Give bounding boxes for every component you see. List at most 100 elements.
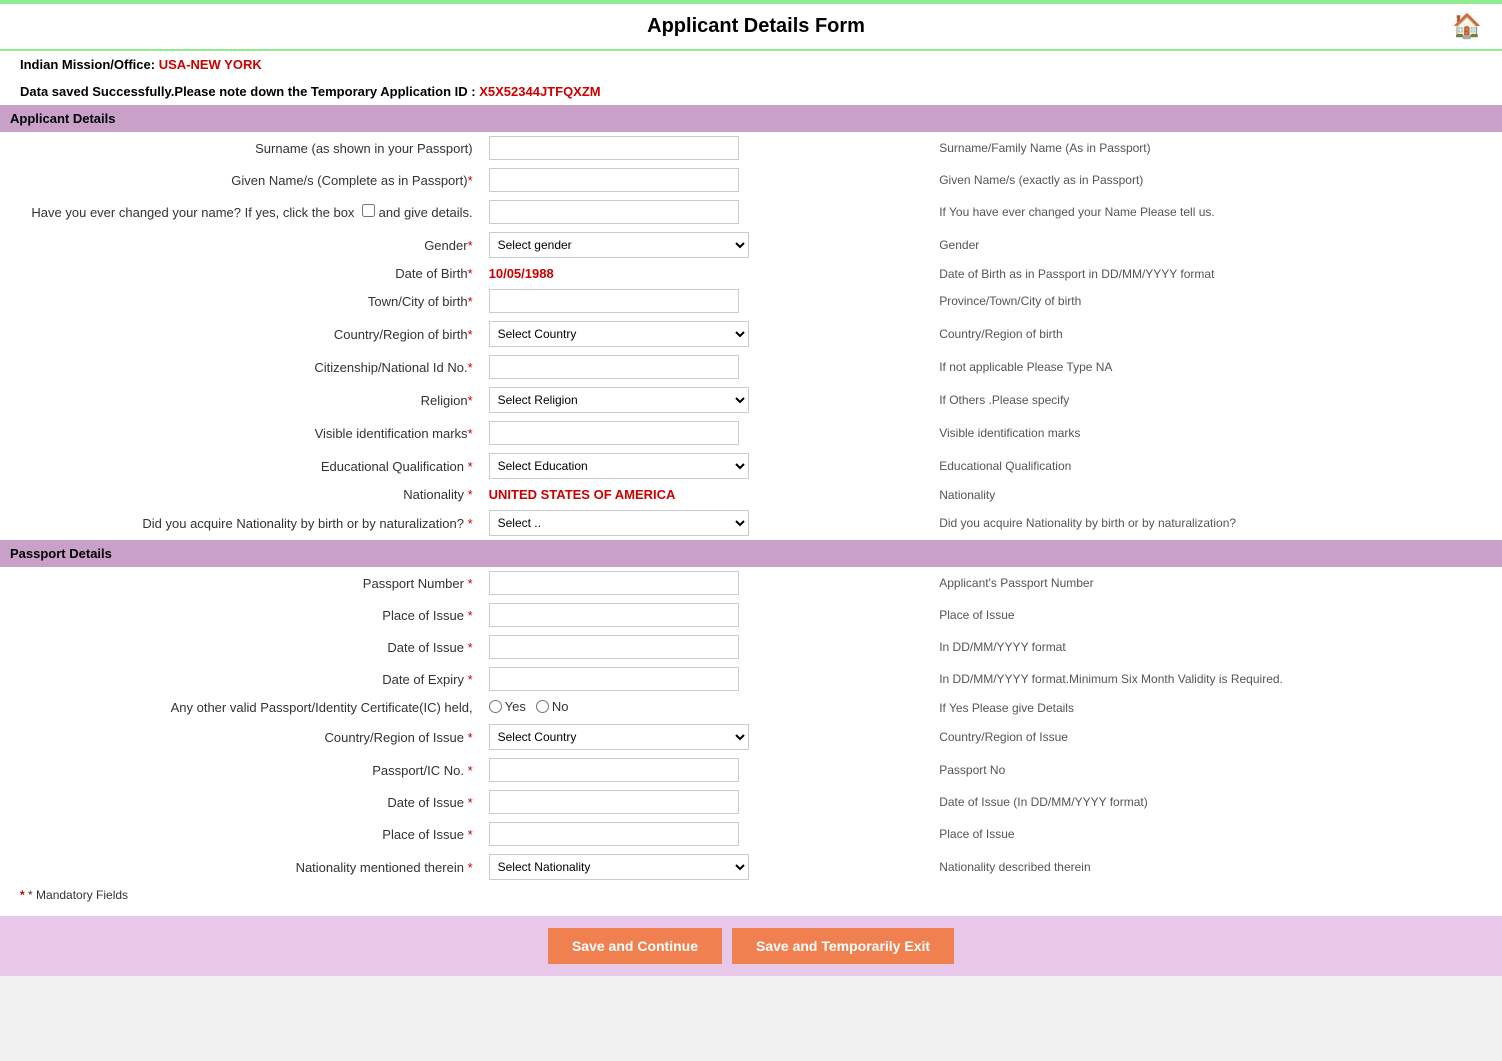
date-issue-label: Date of Issue * <box>0 631 481 663</box>
passport-ic-hint: Passport No <box>931 754 1502 786</box>
nat-therein-select-cell: Select Nationality <box>481 850 932 884</box>
table-row: Did you acquire Nationality by birth or … <box>0 506 1502 540</box>
applicant-section-header: Applicant Details <box>0 105 1502 132</box>
education-select[interactable]: Select Education <box>489 453 749 479</box>
country-birth-select-cell: Select Country <box>481 317 932 351</box>
table-row: Passport/IC No. * Passport No <box>0 754 1502 786</box>
table-row: Date of Expiry * In DD/MM/YYYY format.Mi… <box>0 663 1502 695</box>
mandatory-note: * * Mandatory Fields <box>0 884 1502 906</box>
applicant-details-table: Surname (as shown in your Passport) Surn… <box>0 132 1502 540</box>
vismarks-label: Visible identification marks* <box>0 417 481 449</box>
citizenship-input-cell <box>481 351 932 383</box>
mission-label: Indian Mission/Office: <box>20 57 155 72</box>
gender-select[interactable]: Select gender Male Female Other <box>489 232 749 258</box>
success-text: Data saved Successfully.Please note down… <box>20 84 476 99</box>
table-row: Date of Birth* 10/05/1988 Date of Birth … <box>0 262 1502 285</box>
place-issue-hint: Place of Issue <box>931 599 1502 631</box>
date-issue-hint: In DD/MM/YYYY format <box>931 631 1502 663</box>
table-row: Religion* Select Religion If Others .Ple… <box>0 383 1502 417</box>
country-issue-hint: Country/Region of Issue <box>931 720 1502 754</box>
table-row: Educational Qualification * Select Educa… <box>0 449 1502 483</box>
passport-ic-cell <box>481 754 932 786</box>
namechange-input-cell <box>481 196 932 228</box>
date-issue2-input[interactable] <box>489 790 739 814</box>
other-passport-label: Any other valid Passport/Identity Certif… <box>0 695 481 720</box>
surname-label: Surname (as shown in your Passport) <box>0 132 481 164</box>
passport-section-header: Passport Details <box>0 540 1502 567</box>
towncity-input[interactable] <box>489 289 739 313</box>
table-row: Visible identification marks* Visible id… <box>0 417 1502 449</box>
table-row: Gender* Select gender Male Female Other … <box>0 228 1502 262</box>
nat-therein-hint: Nationality described therein <box>931 850 1502 884</box>
education-hint: Educational Qualification <box>931 449 1502 483</box>
namechange-hint: If You have ever changed your Name Pleas… <box>931 196 1502 228</box>
table-row: Nationality * UNITED STATES OF AMERICA N… <box>0 483 1502 506</box>
givenname-input-cell <box>481 164 932 196</box>
country-birth-select[interactable]: Select Country <box>489 321 749 347</box>
surname-input[interactable] <box>489 136 739 160</box>
dob-hint: Date of Birth as in Passport in DD/MM/YY… <box>931 262 1502 285</box>
date-issue2-hint: Date of Issue (In DD/MM/YYYY format) <box>931 786 1502 818</box>
home-icon[interactable]: 🏠 <box>1452 12 1482 41</box>
religion-select-cell: Select Religion <box>481 383 932 417</box>
date-issue-cell <box>481 631 932 663</box>
acquire-nationality-hint: Did you acquire Nationality by birth or … <box>931 506 1502 540</box>
table-row: Given Name/s (Complete as in Passport)* … <box>0 164 1502 196</box>
radio-no[interactable] <box>536 700 549 713</box>
place-issue2-hint: Place of Issue <box>931 818 1502 850</box>
acquire-nationality-select[interactable]: Select .. By Birth By Naturalization <box>489 510 749 536</box>
date-expiry-cell <box>481 663 932 695</box>
place-issue2-input[interactable] <box>489 822 739 846</box>
citizenship-label: Citizenship/National Id No.* <box>0 351 481 383</box>
vismarks-input[interactable] <box>489 421 739 445</box>
dob-value: 10/05/1988 <box>489 266 554 281</box>
gender-label: Gender* <box>0 228 481 262</box>
citizenship-input[interactable] <box>489 355 739 379</box>
table-row: Have you ever changed your name? If yes,… <box>0 196 1502 228</box>
namechange-checkbox[interactable] <box>362 204 375 217</box>
towncity-input-cell <box>481 285 932 317</box>
towncity-hint: Province/Town/City of birth <box>931 285 1502 317</box>
gender-select-cell: Select gender Male Female Other <box>481 228 932 262</box>
religion-select[interactable]: Select Religion <box>489 387 749 413</box>
nat-therein-select[interactable]: Select Nationality <box>489 854 749 880</box>
country-issue-select[interactable]: Select Country <box>489 724 749 750</box>
date-expiry-hint: In DD/MM/YYYY format.Minimum Six Month V… <box>931 663 1502 695</box>
radio-no-label[interactable]: No <box>536 699 569 714</box>
passport-number-input[interactable] <box>489 571 739 595</box>
table-row: Country/Region of birth* Select Country … <box>0 317 1502 351</box>
givenname-label: Given Name/s (Complete as in Passport)* <box>0 164 481 196</box>
givenname-input[interactable] <box>489 168 739 192</box>
table-row: Nationality mentioned therein * Select N… <box>0 850 1502 884</box>
table-row: Citizenship/National Id No.* If not appl… <box>0 351 1502 383</box>
passport-ic-label: Passport/IC No. * <box>0 754 481 786</box>
passport-number-cell <box>481 567 932 599</box>
table-row: Any other valid Passport/Identity Certif… <box>0 695 1502 720</box>
country-birth-hint: Country/Region of birth <box>931 317 1502 351</box>
surname-hint: Surname/Family Name (As in Passport) <box>931 132 1502 164</box>
mission-value: USA-NEW YORK <box>159 57 262 72</box>
save-continue-button[interactable]: Save and Continue <box>548 928 722 964</box>
table-row: Place of Issue * Place of Issue <box>0 599 1502 631</box>
namechange-input[interactable] <box>489 200 739 224</box>
date-expiry-label: Date of Expiry * <box>0 663 481 695</box>
religion-label: Religion* <box>0 383 481 417</box>
table-row: Surname (as shown in your Passport) Surn… <box>0 132 1502 164</box>
other-passport-hint: If Yes Please give Details <box>931 695 1502 720</box>
radio-yes[interactable] <box>489 700 502 713</box>
nationality-label: Nationality * <box>0 483 481 506</box>
gender-hint: Gender <box>931 228 1502 262</box>
place-issue2-cell <box>481 818 932 850</box>
nationality-value: UNITED STATES OF AMERICA <box>489 487 676 502</box>
radio-yes-label[interactable]: Yes <box>489 699 526 714</box>
date-expiry-input[interactable] <box>489 667 739 691</box>
acquire-nationality-label: Did you acquire Nationality by birth or … <box>0 506 481 540</box>
religion-hint: If Others .Please specify <box>931 383 1502 417</box>
passport-ic-input[interactable] <box>489 758 739 782</box>
place-issue-input[interactable] <box>489 603 739 627</box>
namechange-label: Have you ever changed your name? If yes,… <box>0 196 481 228</box>
application-id: X5X52344JTFQXZM <box>479 84 600 99</box>
save-exit-button[interactable]: Save and Temporarily Exit <box>732 928 954 964</box>
date-issue-input[interactable] <box>489 635 739 659</box>
education-label: Educational Qualification * <box>0 449 481 483</box>
